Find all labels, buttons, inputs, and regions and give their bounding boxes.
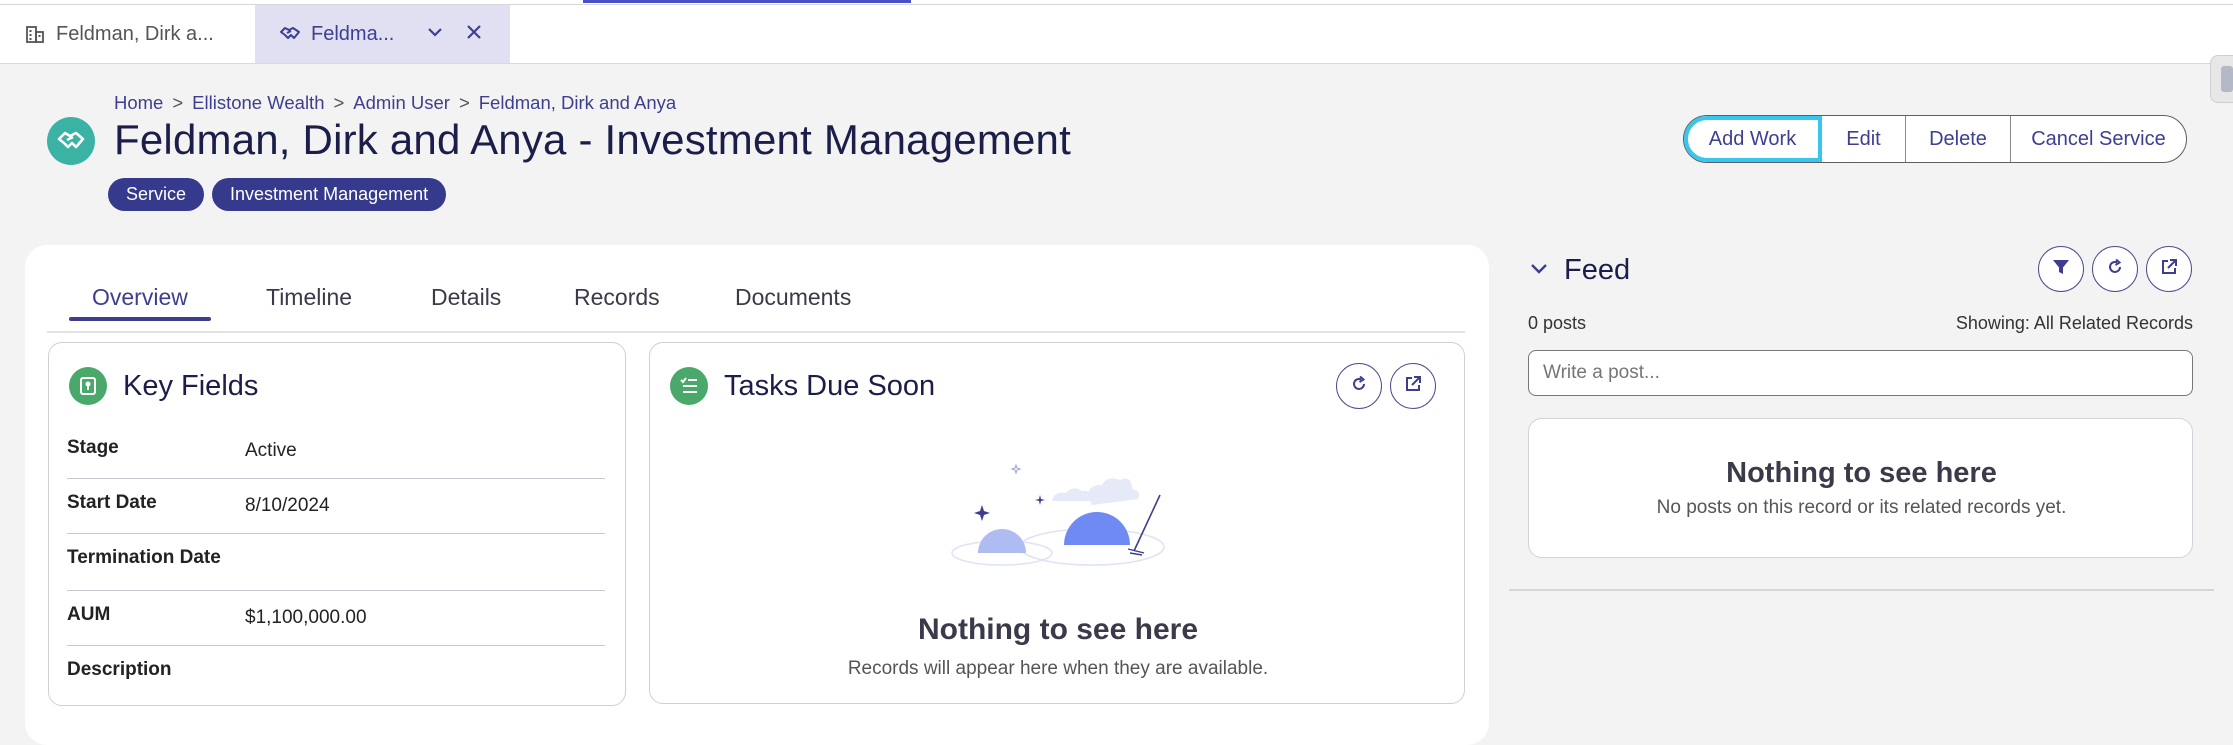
cancel-service-button[interactable]: Cancel Service [2011, 116, 2186, 162]
field-label: Stage [67, 437, 119, 458]
field-label: AUM [67, 604, 111, 625]
feed-header[interactable]: Feed [1528, 254, 1630, 287]
feed-post-count: 0 posts [1528, 313, 1587, 333]
feed-empty-subtitle: No posts on this record or its related r… [1656, 497, 2067, 518]
delete-button[interactable]: Delete [1906, 116, 2011, 162]
key-fields-title: Key Fields [123, 369, 259, 402]
tasks-due-soon-card: Tasks Due Soon Nothing to see here Recor… [649, 342, 1465, 704]
window-tab-account[interactable]: Feldman, Dirk a... [0, 5, 255, 63]
tasks-title: Tasks Due Soon [724, 369, 936, 402]
top-accent-bar [583, 0, 911, 3]
field-label: Start Date [67, 492, 157, 513]
close-icon[interactable] [464, 22, 484, 48]
feed-open-external-button[interactable] [2146, 246, 2192, 292]
key-fields-header: Key Fields [69, 367, 258, 405]
service-handshake-icon [47, 117, 95, 165]
window-tab-label: Feldman, Dirk a... [56, 22, 214, 45]
breadcrumb-firm[interactable]: Ellistone Wealth [192, 92, 324, 114]
field-row-description: Description [67, 645, 605, 700]
empty-state-illustration [942, 455, 1182, 575]
field-label: Termination Date [67, 547, 221, 568]
tasks-empty-title: Nothing to see here [917, 613, 1199, 646]
breadcrumb: Home > Ellistone Wealth > Admin User > F… [114, 92, 676, 114]
breadcrumb-separator: > [333, 92, 345, 113]
external-link-icon [2159, 257, 2179, 282]
tab-documents[interactable]: Documents [735, 284, 851, 311]
building-icon [24, 23, 46, 45]
field-value: 8/10/2024 [245, 495, 330, 516]
write-post-input[interactable] [1528, 350, 2193, 396]
breadcrumb-household[interactable]: Feldman, Dirk and Anya [479, 92, 676, 114]
breadcrumb-home[interactable]: Home [114, 92, 163, 114]
breadcrumb-separator: > [458, 92, 470, 113]
filter-icon [2051, 257, 2071, 282]
record-pills: Service Investment Management [108, 178, 447, 211]
chevron-down-icon[interactable] [425, 22, 445, 48]
field-value: $1,100,000.00 [245, 607, 367, 628]
page-title: Feldman, Dirk and Anya - Investment Mana… [114, 116, 1071, 163]
refresh-button[interactable] [1336, 363, 1382, 409]
record-tabs: Overview Timeline Details Records Docume… [47, 275, 1465, 333]
feed-divider [1509, 589, 2214, 591]
feed-filter-button[interactable] [2038, 246, 2084, 292]
lock-icon [69, 367, 107, 405]
field-value: Active [245, 440, 297, 461]
tab-timeline[interactable]: Timeline [266, 284, 352, 311]
action-button-group: Add Work Edit Delete Cancel Service [1683, 115, 2187, 163]
field-row-termination-date: Termination Date [67, 533, 605, 591]
chevron-down-icon[interactable] [1528, 257, 1550, 284]
refresh-icon [2105, 257, 2125, 282]
field-row-start-date: Start Date 8/10/2024 [67, 478, 605, 534]
window-tab-bar: Feldman, Dirk a... Feldma... [0, 5, 2233, 64]
key-fields-card: Key Fields Stage Active Start Date 8/10/… [48, 342, 626, 706]
refresh-icon [1349, 374, 1369, 399]
feed-title: Feed [1564, 254, 1631, 286]
add-work-button[interactable]: Add Work [1684, 116, 1822, 162]
field-label: Description [67, 659, 172, 680]
feed-refresh-button[interactable] [2092, 246, 2138, 292]
breadcrumb-separator: > [172, 92, 184, 113]
handshake-icon [279, 23, 301, 45]
breadcrumb-user[interactable]: Admin User [353, 92, 450, 114]
feed-showing-filter: Showing: All Related Records [1955, 313, 2193, 333]
window-tab-label: Feldma... [311, 22, 395, 45]
feed-empty-state: Nothing to see here No posts on this rec… [1528, 418, 2193, 558]
pill-investment-management: Investment Management [212, 178, 447, 211]
tasks-header: Tasks Due Soon [670, 367, 935, 405]
field-row-stage: Stage Active [67, 423, 605, 479]
feed-empty-title: Nothing to see here [1726, 457, 1997, 489]
active-tab-indicator [69, 317, 211, 321]
task-list-icon [670, 367, 708, 405]
open-external-button[interactable] [1390, 363, 1436, 409]
edit-button[interactable]: Edit [1822, 116, 1906, 162]
pill-service: Service [108, 178, 205, 211]
tab-details[interactable]: Details [431, 284, 501, 311]
tab-overview[interactable]: Overview [92, 284, 188, 311]
field-row-aum: AUM $1,100,000.00 [67, 590, 605, 646]
external-link-icon [1403, 374, 1423, 399]
side-panel-handle[interactable] [2210, 55, 2233, 103]
tab-records[interactable]: Records [574, 284, 660, 311]
tasks-empty-subtitle: Records will appear here when they are a… [847, 658, 1269, 679]
window-tab-service[interactable]: Feldma... [255, 5, 510, 63]
